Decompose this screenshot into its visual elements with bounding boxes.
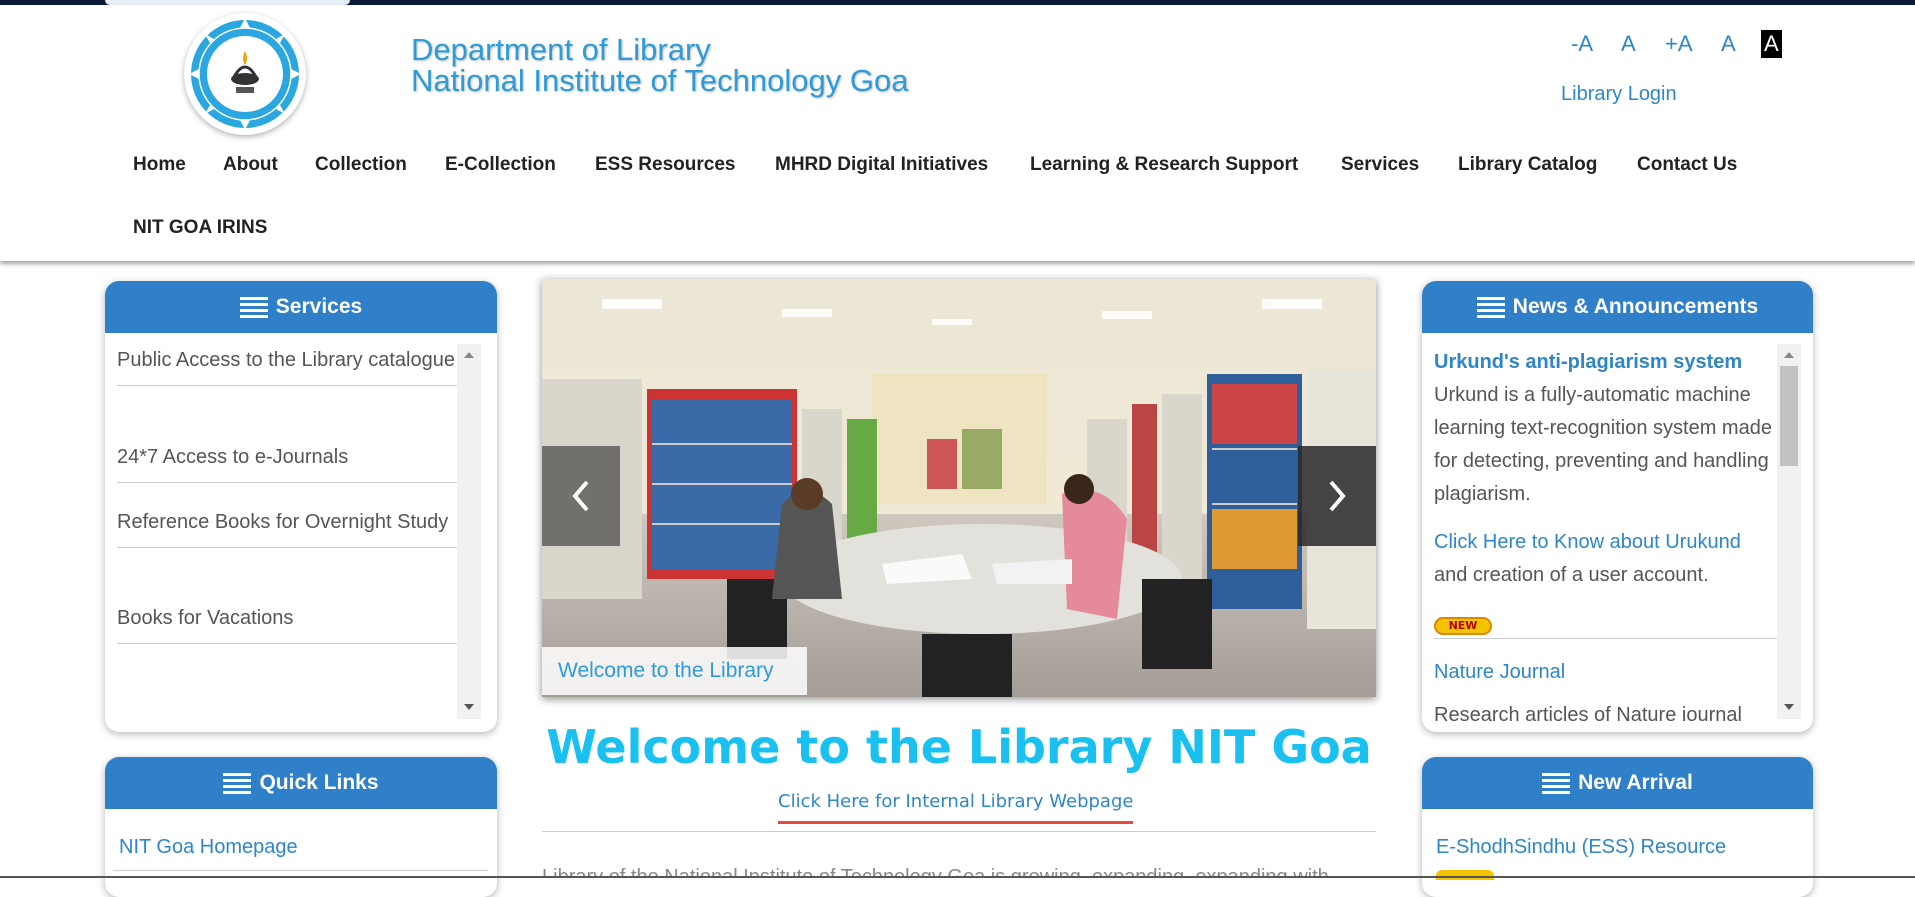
site-header: Department of Library National Institute… (0, 5, 1915, 261)
list-icon (223, 773, 252, 794)
font-reset-button[interactable]: A (1621, 31, 1636, 57)
library-photo (542, 279, 1376, 697)
slider-caption: Welcome to the Library (542, 647, 807, 695)
urkund-info-link[interactable]: Click Here to Know about Urukund (1434, 531, 1741, 554)
nit-goa-homepage-link[interactable]: NIT Goa Homepage (119, 836, 298, 859)
chevron-right-icon (1329, 480, 1346, 512)
nav-collection[interactable]: Collection (315, 154, 407, 176)
image-slider[interactable]: Welcome to the Library (542, 279, 1376, 697)
list-icon (1542, 773, 1571, 794)
high-contrast-button[interactable]: A (1761, 30, 1782, 58)
institute-logo[interactable] (184, 13, 306, 135)
nav-ess-resources[interactable]: ESS Resources (595, 154, 735, 176)
news-item-title[interactable]: Urkund's anti-plagiarism system (1434, 351, 1742, 374)
service-item-books-vacations[interactable]: Books for Vacations (117, 602, 463, 644)
ess-resource-link[interactable]: E-ShodhSindhu (ESS) Resource (1436, 836, 1726, 859)
new-arrival-title: New Arrival (1578, 771, 1693, 794)
scroll-down-icon[interactable] (1784, 704, 1794, 710)
slider-prev-button[interactable] (542, 446, 620, 546)
news-title: News & Announcements (1512, 295, 1759, 318)
scroll-thumb[interactable] (1780, 366, 1798, 466)
welcome-heading: Welcome to the Library NIT Goa (546, 720, 1372, 774)
news-item-suffix: and creation of a user account. (1434, 564, 1709, 586)
quick-links-divider (113, 870, 488, 871)
news-header: News & Announcements (1422, 281, 1813, 333)
list-icon (1476, 297, 1505, 318)
nav-mhrd-digital-initiatives[interactable]: MHRD Digital Initiatives (775, 154, 988, 176)
services-panel: Services Public Access to the Library ca… (105, 281, 497, 732)
nav-e-collection[interactable]: E-Collection (445, 154, 556, 176)
services-scrollbar[interactable] (457, 344, 481, 719)
divider (542, 831, 1376, 832)
quick-links-header: Quick Links (105, 757, 497, 809)
service-item-reference-books[interactable]: Reference Books for Overnight Study (117, 506, 463, 548)
nav-home[interactable]: Home (133, 154, 186, 176)
news-item-body: Urkund is a fully-automatic machine lear… (1434, 384, 1772, 505)
list-icon (239, 297, 268, 318)
scroll-down-icon[interactable] (464, 704, 474, 710)
nav-library-catalog[interactable]: Library Catalog (1458, 154, 1597, 176)
services-title: Services (275, 295, 363, 318)
nav-learning-research-support[interactable]: Learning & Research Support (1030, 154, 1298, 176)
service-item-e-journals[interactable]: 24*7 Access to e-Journals (117, 441, 463, 483)
nav-services[interactable]: Services (1341, 154, 1419, 176)
nav-contact-us[interactable]: Contact Us (1637, 154, 1737, 176)
chevron-left-icon (572, 480, 589, 512)
site-title-line2: National Institute of Technology Goa (411, 63, 909, 98)
nav-about[interactable]: About (223, 154, 278, 176)
normal-contrast-button[interactable]: A (1721, 31, 1736, 57)
scroll-up-icon[interactable] (1784, 352, 1794, 358)
news-scrollbar[interactable] (1777, 344, 1801, 719)
slider-next-button[interactable] (1298, 446, 1376, 546)
quick-links-title: Quick Links (259, 771, 379, 794)
new-badge: NEW (1434, 617, 1492, 635)
news-panel: News & Announcements Urkund's anti-plagi… (1422, 281, 1813, 732)
font-decrease-button[interactable]: -A (1571, 31, 1593, 57)
service-item-public-access[interactable]: Public Access to the Library catalogue (117, 344, 463, 386)
services-header: Services (105, 281, 497, 333)
new-arrival-header: New Arrival (1422, 757, 1813, 809)
library-login-link[interactable]: Library Login (1561, 83, 1677, 106)
internal-library-link[interactable]: Click Here for Internal Library Webpage (778, 791, 1134, 824)
news-divider (1434, 638, 1779, 639)
new-badge-icon (1436, 870, 1494, 880)
nav-nit-goa-irins[interactable]: NIT GOA IRINS (133, 217, 267, 239)
scroll-up-icon[interactable] (464, 352, 474, 358)
nature-journal-link[interactable]: Nature Journal (1434, 661, 1565, 684)
font-increase-button[interactable]: +A (1665, 31, 1693, 57)
news-item2-body: Research articles of Nature journal (1434, 704, 1742, 721)
